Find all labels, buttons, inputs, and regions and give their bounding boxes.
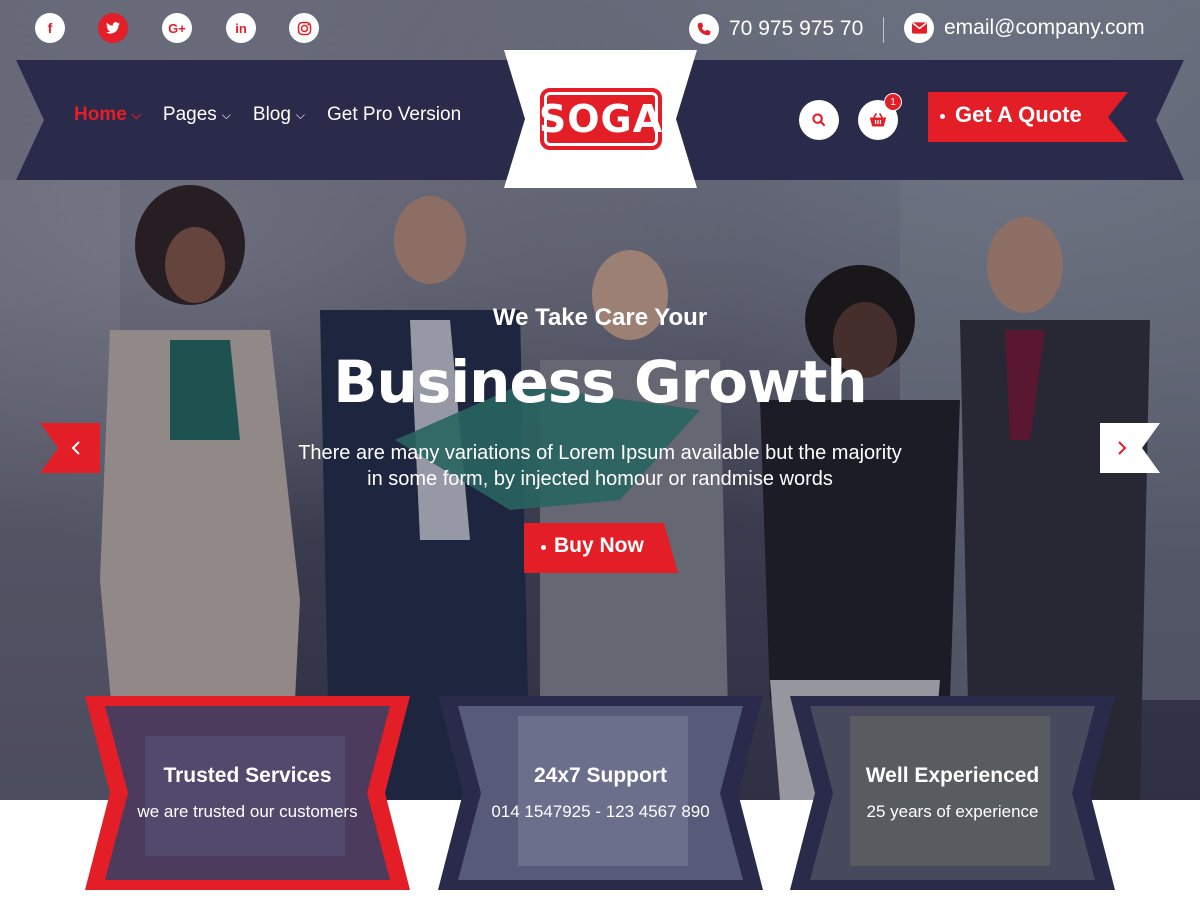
nav-item-home[interactable]: Home ⌵ [74,104,141,126]
nav-item-label: Home [74,104,127,125]
hero-title: Business Growth [333,348,867,416]
chevron-down-icon: ⌵ [295,107,306,122]
feature-text: 25 years of experience [866,802,1039,821]
chevron-down-icon: ⌵ [131,107,141,122]
twitter-icon[interactable] [98,13,128,43]
search-button[interactable] [799,100,839,140]
nav-item-get-pro-version[interactable]: Get Pro Version [327,104,461,126]
bullet-dot [541,545,546,550]
hero-description-line: There are many variations of Lorem Ipsum… [298,442,902,464]
google-plus-icon[interactable]: G+ [162,13,192,43]
email-address: email@company.com [944,16,1145,39]
site-logo[interactable]: SOGA [539,88,662,150]
hero-description-line: in some form, by injected homour or rand… [367,468,833,490]
get-a-quote-label[interactable]: Get A Quote [955,102,1082,128]
buy-now-label[interactable]: Buy Now [554,534,644,558]
cart-count-badge: 1 [884,93,902,111]
bullet-dot [940,114,945,119]
hero-subtitle: We Take Care Your [492,304,708,331]
hero-description: There are many variations of Lorem Ipsum… [250,440,950,492]
feature-text: we are trusted our customers [137,802,358,821]
slider-prev-button[interactable] [40,423,100,473]
contact-divider [883,17,884,43]
feature-card-support[interactable] [438,696,763,890]
phone-icon [689,14,719,44]
nav-item-blog[interactable]: Blog ⌵ [253,104,305,126]
feature-title: 24x7 Support [533,764,668,787]
slider-next-button[interactable] [1100,423,1160,473]
facebook-icon[interactable]: f [35,13,65,43]
feature-text: 014 1547925 - 123 4567 890 [491,802,710,821]
email-contact[interactable]: email@company.com [904,13,1145,43]
phone-contact[interactable]: 70 975 975 70 [689,14,863,44]
main-navigation: Home ⌵ Pages ⌵ Blog ⌵ Get Pro Version [74,104,483,126]
nav-item-label: Get Pro Version [327,104,462,125]
nav-item-pages[interactable]: Pages ⌵ [163,104,231,126]
feature-card-trusted-services[interactable] [85,696,410,890]
instagram-icon[interactable] [289,13,319,43]
feature-title: Trusted Services [163,764,332,787]
nav-item-label: Pages [162,104,217,125]
nav-item-label: Blog [252,104,291,125]
search-icon [812,113,826,127]
feature-card-experience[interactable] [790,696,1115,890]
feature-title: Well Experienced [865,764,1040,787]
envelope-icon [904,13,934,43]
linkedin-icon[interactable]: in [226,13,256,43]
basket-icon [869,113,887,127]
chevron-down-icon: ⌵ [221,107,231,122]
phone-number: 70 975 975 70 [729,17,864,40]
